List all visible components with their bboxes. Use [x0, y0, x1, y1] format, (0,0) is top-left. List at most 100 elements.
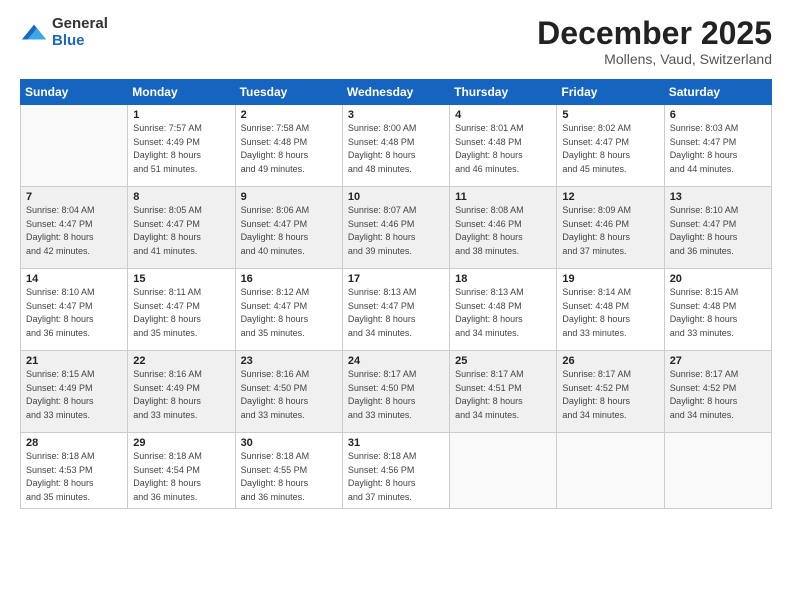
day-number: 29: [133, 437, 229, 449]
day-number: 28: [26, 437, 122, 449]
header-wednesday: Wednesday: [342, 80, 449, 105]
day-number: 7: [26, 191, 122, 203]
table-row: 20Sunrise: 8:15 AMSunset: 4:48 PMDayligh…: [664, 269, 771, 351]
day-number: 19: [562, 273, 658, 285]
table-row: 16Sunrise: 8:12 AMSunset: 4:47 PMDayligh…: [235, 269, 342, 351]
day-info: Sunrise: 8:16 AMSunset: 4:50 PMDaylight:…: [241, 368, 337, 422]
table-row: 8Sunrise: 8:05 AMSunset: 4:47 PMDaylight…: [128, 187, 235, 269]
day-number: 20: [670, 273, 766, 285]
month-title: December 2025: [537, 16, 772, 51]
table-row: 5Sunrise: 8:02 AMSunset: 4:47 PMDaylight…: [557, 105, 664, 187]
day-number: 31: [348, 437, 444, 449]
table-row: 24Sunrise: 8:17 AMSunset: 4:50 PMDayligh…: [342, 351, 449, 433]
day-info: Sunrise: 8:17 AMSunset: 4:51 PMDaylight:…: [455, 368, 551, 422]
table-row: 3Sunrise: 8:00 AMSunset: 4:48 PMDaylight…: [342, 105, 449, 187]
table-row: [557, 433, 664, 509]
header-tuesday: Tuesday: [235, 80, 342, 105]
table-row: 6Sunrise: 8:03 AMSunset: 4:47 PMDaylight…: [664, 105, 771, 187]
day-number: 25: [455, 355, 551, 367]
day-number: 21: [26, 355, 122, 367]
day-info: Sunrise: 8:13 AMSunset: 4:48 PMDaylight:…: [455, 286, 551, 340]
calendar-week-row: 1Sunrise: 7:57 AMSunset: 4:49 PMDaylight…: [21, 105, 772, 187]
day-number: 9: [241, 191, 337, 203]
day-info: Sunrise: 8:12 AMSunset: 4:47 PMDaylight:…: [241, 286, 337, 340]
table-row: 25Sunrise: 8:17 AMSunset: 4:51 PMDayligh…: [450, 351, 557, 433]
day-number: 5: [562, 109, 658, 121]
day-info: Sunrise: 7:58 AMSunset: 4:48 PMDaylight:…: [241, 122, 337, 176]
day-number: 22: [133, 355, 229, 367]
logo-text: General Blue: [52, 16, 108, 49]
day-number: 23: [241, 355, 337, 367]
table-row: 30Sunrise: 8:18 AMSunset: 4:55 PMDayligh…: [235, 433, 342, 509]
day-info: Sunrise: 8:17 AMSunset: 4:50 PMDaylight:…: [348, 368, 444, 422]
day-info: Sunrise: 8:18 AMSunset: 4:56 PMDaylight:…: [348, 450, 444, 504]
day-number: 2: [241, 109, 337, 121]
table-row: 15Sunrise: 8:11 AMSunset: 4:47 PMDayligh…: [128, 269, 235, 351]
day-info: Sunrise: 8:05 AMSunset: 4:47 PMDaylight:…: [133, 204, 229, 258]
day-number: 14: [26, 273, 122, 285]
day-info: Sunrise: 8:17 AMSunset: 4:52 PMDaylight:…: [670, 368, 766, 422]
table-row: [450, 433, 557, 509]
table-row: 10Sunrise: 8:07 AMSunset: 4:46 PMDayligh…: [342, 187, 449, 269]
day-number: 8: [133, 191, 229, 203]
day-info: Sunrise: 8:00 AMSunset: 4:48 PMDaylight:…: [348, 122, 444, 176]
day-info: Sunrise: 8:18 AMSunset: 4:54 PMDaylight:…: [133, 450, 229, 504]
table-row: 26Sunrise: 8:17 AMSunset: 4:52 PMDayligh…: [557, 351, 664, 433]
day-info: Sunrise: 8:03 AMSunset: 4:47 PMDaylight:…: [670, 122, 766, 176]
table-row: [664, 433, 771, 509]
logo: General Blue: [20, 16, 108, 49]
table-row: 31Sunrise: 8:18 AMSunset: 4:56 PMDayligh…: [342, 433, 449, 509]
day-info: Sunrise: 8:13 AMSunset: 4:47 PMDaylight:…: [348, 286, 444, 340]
page-container: General Blue December 2025 Mollens, Vaud…: [0, 0, 792, 612]
day-number: 11: [455, 191, 551, 203]
table-row: 28Sunrise: 8:18 AMSunset: 4:53 PMDayligh…: [21, 433, 128, 509]
day-info: Sunrise: 8:18 AMSunset: 4:53 PMDaylight:…: [26, 450, 122, 504]
header-thursday: Thursday: [450, 80, 557, 105]
table-row: 2Sunrise: 7:58 AMSunset: 4:48 PMDaylight…: [235, 105, 342, 187]
logo-general: General: [52, 16, 108, 33]
header-friday: Friday: [557, 80, 664, 105]
day-info: Sunrise: 8:08 AMSunset: 4:46 PMDaylight:…: [455, 204, 551, 258]
day-info: Sunrise: 8:17 AMSunset: 4:52 PMDaylight:…: [562, 368, 658, 422]
day-number: 13: [670, 191, 766, 203]
day-number: 24: [348, 355, 444, 367]
day-number: 3: [348, 109, 444, 121]
table-row: 1Sunrise: 7:57 AMSunset: 4:49 PMDaylight…: [128, 105, 235, 187]
table-row: 22Sunrise: 8:16 AMSunset: 4:49 PMDayligh…: [128, 351, 235, 433]
header: General Blue December 2025 Mollens, Vaud…: [20, 16, 772, 67]
table-row: 13Sunrise: 8:10 AMSunset: 4:47 PMDayligh…: [664, 187, 771, 269]
header-sunday: Sunday: [21, 80, 128, 105]
table-row: 12Sunrise: 8:09 AMSunset: 4:46 PMDayligh…: [557, 187, 664, 269]
day-number: 27: [670, 355, 766, 367]
table-row: 14Sunrise: 8:10 AMSunset: 4:47 PMDayligh…: [21, 269, 128, 351]
day-number: 30: [241, 437, 337, 449]
header-saturday: Saturday: [664, 80, 771, 105]
day-number: 26: [562, 355, 658, 367]
day-number: 1: [133, 109, 229, 121]
calendar: Sunday Monday Tuesday Wednesday Thursday…: [20, 79, 772, 509]
calendar-week-row: 14Sunrise: 8:10 AMSunset: 4:47 PMDayligh…: [21, 269, 772, 351]
table-row: 7Sunrise: 8:04 AMSunset: 4:47 PMDaylight…: [21, 187, 128, 269]
day-info: Sunrise: 8:18 AMSunset: 4:55 PMDaylight:…: [241, 450, 337, 504]
table-row: 18Sunrise: 8:13 AMSunset: 4:48 PMDayligh…: [450, 269, 557, 351]
day-info: Sunrise: 7:57 AMSunset: 4:49 PMDaylight:…: [133, 122, 229, 176]
day-number: 12: [562, 191, 658, 203]
table-row: 21Sunrise: 8:15 AMSunset: 4:49 PMDayligh…: [21, 351, 128, 433]
logo-icon: [20, 19, 48, 47]
day-info: Sunrise: 8:07 AMSunset: 4:46 PMDaylight:…: [348, 204, 444, 258]
day-number: 16: [241, 273, 337, 285]
day-number: 4: [455, 109, 551, 121]
table-row: 9Sunrise: 8:06 AMSunset: 4:47 PMDaylight…: [235, 187, 342, 269]
day-number: 18: [455, 273, 551, 285]
table-row: 4Sunrise: 8:01 AMSunset: 4:48 PMDaylight…: [450, 105, 557, 187]
day-info: Sunrise: 8:10 AMSunset: 4:47 PMDaylight:…: [670, 204, 766, 258]
table-row: 27Sunrise: 8:17 AMSunset: 4:52 PMDayligh…: [664, 351, 771, 433]
day-info: Sunrise: 8:16 AMSunset: 4:49 PMDaylight:…: [133, 368, 229, 422]
day-info: Sunrise: 8:15 AMSunset: 4:49 PMDaylight:…: [26, 368, 122, 422]
day-info: Sunrise: 8:15 AMSunset: 4:48 PMDaylight:…: [670, 286, 766, 340]
day-info: Sunrise: 8:10 AMSunset: 4:47 PMDaylight:…: [26, 286, 122, 340]
day-number: 6: [670, 109, 766, 121]
header-monday: Monday: [128, 80, 235, 105]
day-info: Sunrise: 8:09 AMSunset: 4:46 PMDaylight:…: [562, 204, 658, 258]
table-row: 17Sunrise: 8:13 AMSunset: 4:47 PMDayligh…: [342, 269, 449, 351]
